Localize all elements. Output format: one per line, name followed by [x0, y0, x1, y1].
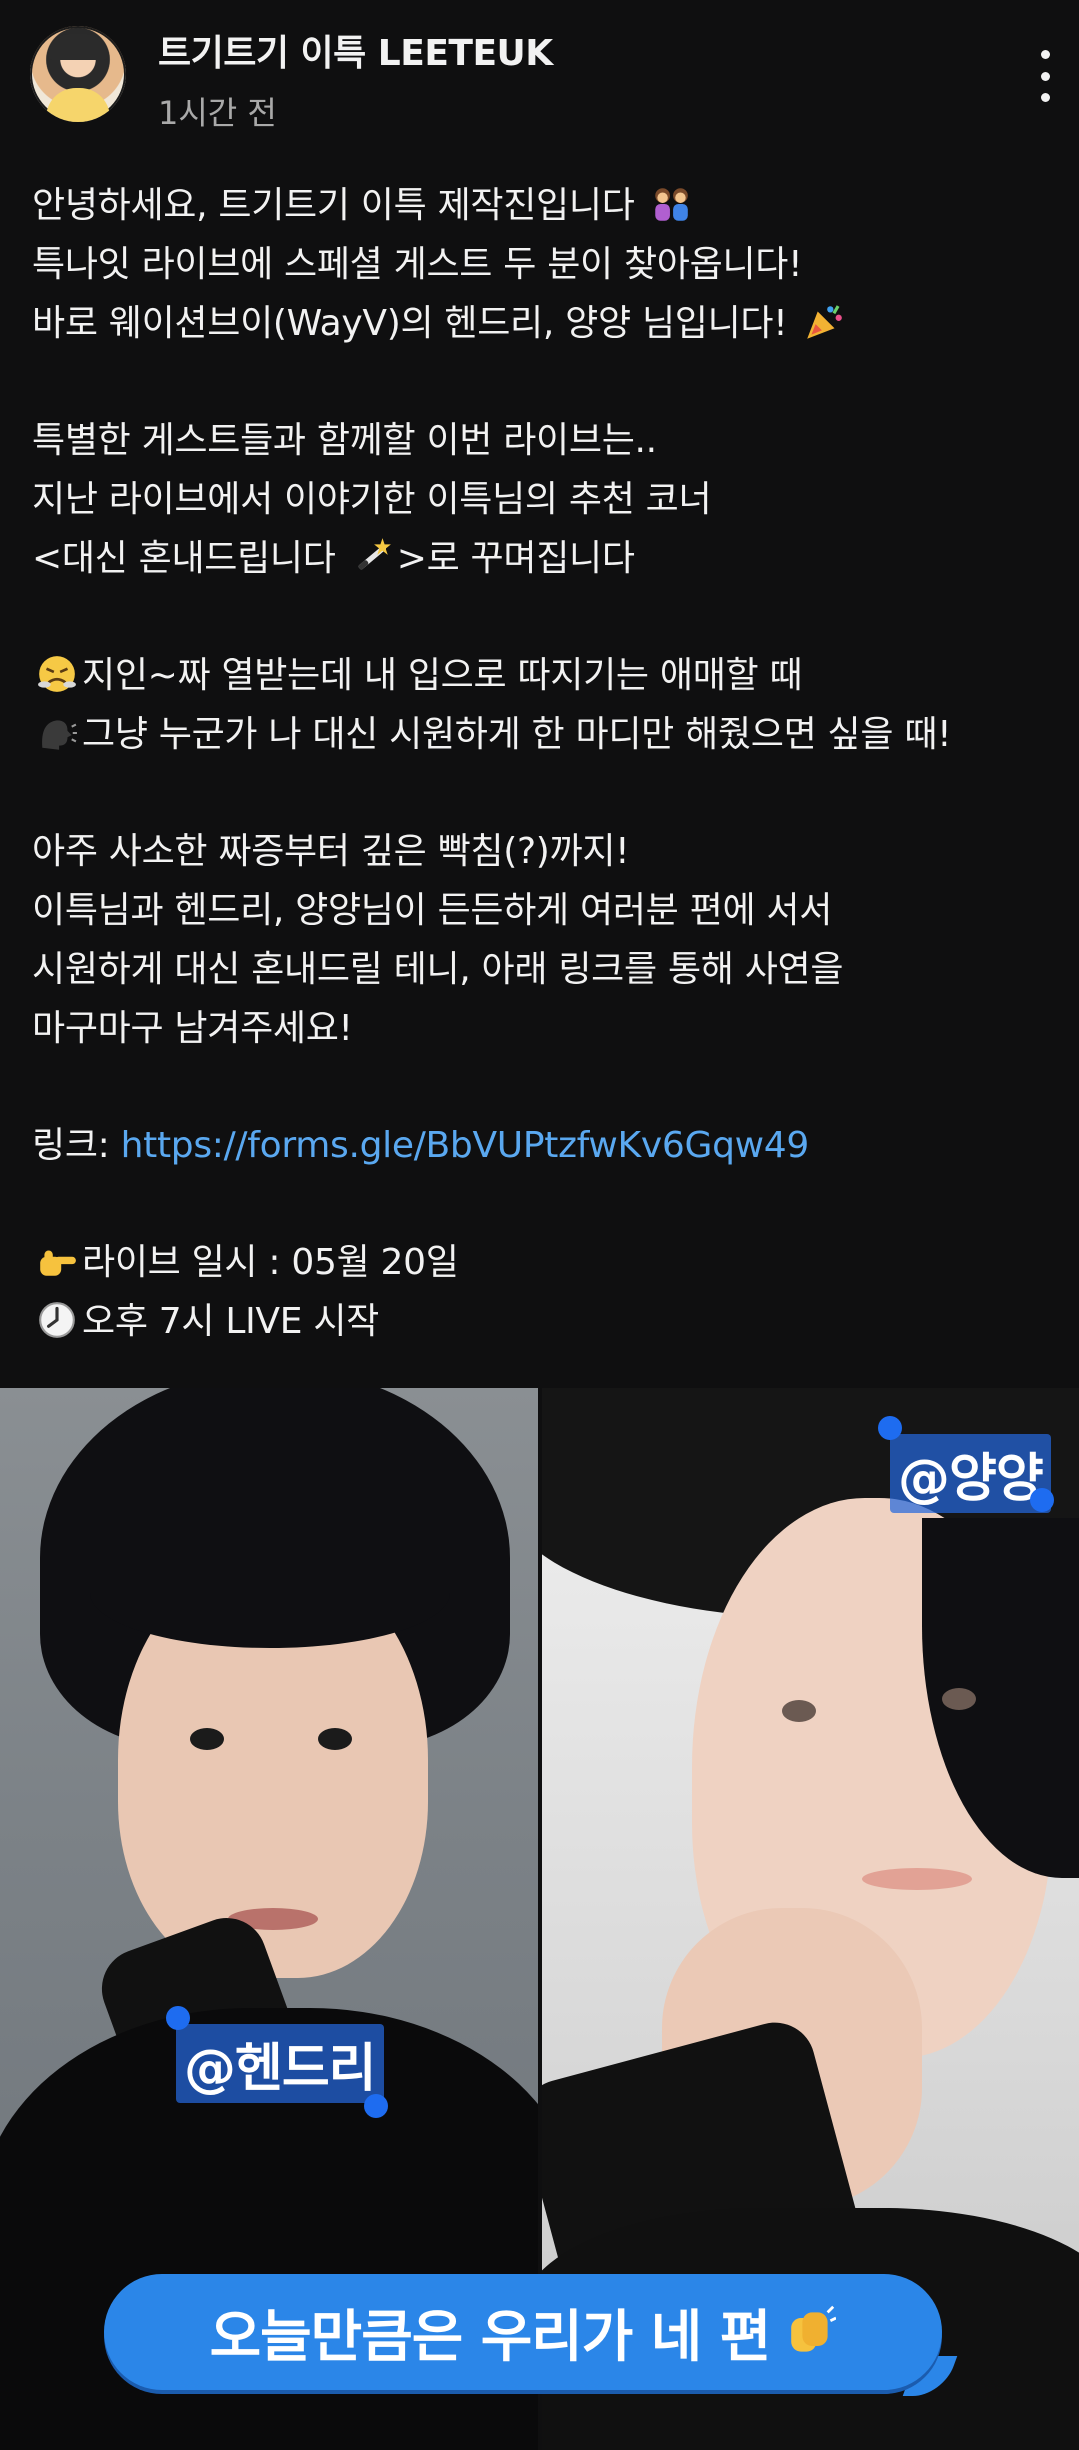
post-text: 라이브 일시 : 05월 20일 [82, 1242, 459, 1283]
post-line: 지난 라이브에서 이야기한 이특님의 추천 코너 [32, 479, 712, 520]
post-text: 그냥 누군가 나 대신 시원하게 한 마디만 해줬으면 싶을 때! [82, 714, 952, 755]
post-text: 지인~짜 열받는데 내 입으로 따지기는 애매할 때 [82, 655, 803, 696]
link-label: 링크: [32, 1125, 121, 1166]
post-line: 시원하게 대신 혼내드릴 테니, 아래 링크를 통해 사연을 [32, 949, 844, 990]
tag-yangyang[interactable]: @양양 [890, 1434, 1051, 1513]
pointing-right-icon [40, 1250, 76, 1276]
post-text: <대신 혼내드립니다 [32, 538, 336, 579]
post-line: 바로 웨이션브이(WayV)의 헨드리, 양양 님입니다! [32, 294, 1062, 353]
magic-wand-icon [358, 538, 391, 570]
post-text: 안녕하세요, 트기트기 이특 제작진입니다 [32, 185, 635, 226]
avatar-hat-shape [48, 34, 108, 60]
bubble-text: 오늘만큼은 우리가 네 편 [209, 2304, 772, 2370]
post-line: 특별한 게스트들과 함께할 이번 라이브는.. [32, 420, 657, 461]
tag-handle-dot [1030, 1488, 1054, 1512]
mouth-shape [862, 1868, 972, 1890]
post-time: 1시간 전 [158, 94, 277, 132]
angry-face-icon [38, 656, 76, 692]
paragraph-link: 링크: https://forms.gle/BbVUPtzfwKv6Gqw49 [32, 1116, 1062, 1175]
clapping-hands-icon [791, 2305, 837, 2352]
more-dot [1040, 50, 1050, 59]
paragraph-corner: 특별한 게스트들과 함께할 이번 라이브는.. 지난 라이브에서 이야기한 이특… [32, 411, 1062, 588]
eye-shape [942, 1688, 976, 1710]
eye-shape [190, 1728, 224, 1750]
post-header: 트기트기 이특 LEETEUK 1시간 전 [0, 0, 1079, 150]
more-dot [1040, 71, 1050, 81]
paragraph-situation: 지인~짜 열받는데 내 입으로 따지기는 애매할 때 그냥 누군가 나 대신 시… [32, 646, 1062, 764]
more-dot [1040, 93, 1050, 102]
post-line: 지인~짜 열받는데 내 입으로 따지기는 애매할 때 [32, 646, 1062, 705]
post-text: 오후 7시 LIVE 시작 [82, 1301, 379, 1342]
post-body: 안녕하세요, 트기트기 이특 제작진입니다 특나잇 라이브에 스페셜 게스트 두… [32, 176, 1062, 1409]
clock-icon [39, 1302, 75, 1338]
fringe-shape [90, 1538, 450, 1648]
post-text: >로 꾸며집니다 [396, 538, 635, 579]
post-line: <대신 혼내드립니다 >로 꾸며집니다 [32, 529, 1062, 588]
paragraph-schedule: 라이브 일시 : 05월 20일 오후 7시 LIVE 시작 [32, 1233, 1062, 1351]
post-line: 특나잇 라이브에 스페셜 게스트 두 분이 찾아옵니다! [32, 244, 803, 285]
post-line: 그냥 누군가 나 대신 시원하게 한 마디만 해줬으면 싶을 때! [32, 705, 1062, 764]
avatar[interactable] [30, 26, 126, 122]
post-line: 오후 7시 LIVE 시작 [32, 1292, 1062, 1351]
post-text: 바로 웨이션브이(WayV)의 헨드리, 양양 님입니다! [32, 303, 788, 344]
post-line: 안녕하세요, 트기트기 이특 제작진입니다 [32, 176, 1062, 235]
form-link[interactable]: https://forms.gle/BbVUPtzfwKv6Gqw49 [121, 1125, 810, 1166]
paragraph-request: 아주 사소한 짜증부터 깊은 빡침(?)까지! 이특님과 헨드리, 양양님이 든… [32, 822, 1062, 1058]
post-line: 라이브 일시 : 05월 20일 [32, 1233, 1062, 1292]
eye-shape [318, 1728, 352, 1750]
channel-title[interactable]: 트기트기 이특 LEETEUK [158, 24, 553, 76]
more-vertical-icon[interactable] [1035, 50, 1055, 102]
avatar-body-shape [46, 88, 110, 122]
post-line: 아주 사소한 짜증부터 깊은 빡침(?)까지! [32, 831, 630, 872]
post-line: 이특님과 헨드리, 양양님이 든든하게 여러분 편에 서서 [32, 890, 833, 931]
party-popper-icon [806, 305, 842, 339]
tag-hendery[interactable]: @헨드리 [176, 2024, 384, 2103]
speaking-head-icon [42, 720, 77, 750]
tag-handle-dot [166, 2006, 190, 2030]
paragraph-intro: 안녕하세요, 트기트기 이특 제작진입니다 특나잇 라이브에 스페셜 게스트 두… [32, 176, 1062, 353]
tag-handle-dot [364, 2094, 388, 2118]
post-line: 링크: https://forms.gle/BbVUPtzfwKv6Gqw49 [32, 1116, 1062, 1175]
tag-handle-dot [878, 1416, 902, 1440]
people-bowing-icon [654, 188, 688, 221]
caption-bubble: 오늘만큼은 우리가 네 편 [104, 2274, 942, 2390]
eye-shape [782, 1700, 816, 1722]
post-line: 마구마구 남겨주세요! [32, 1008, 353, 1049]
